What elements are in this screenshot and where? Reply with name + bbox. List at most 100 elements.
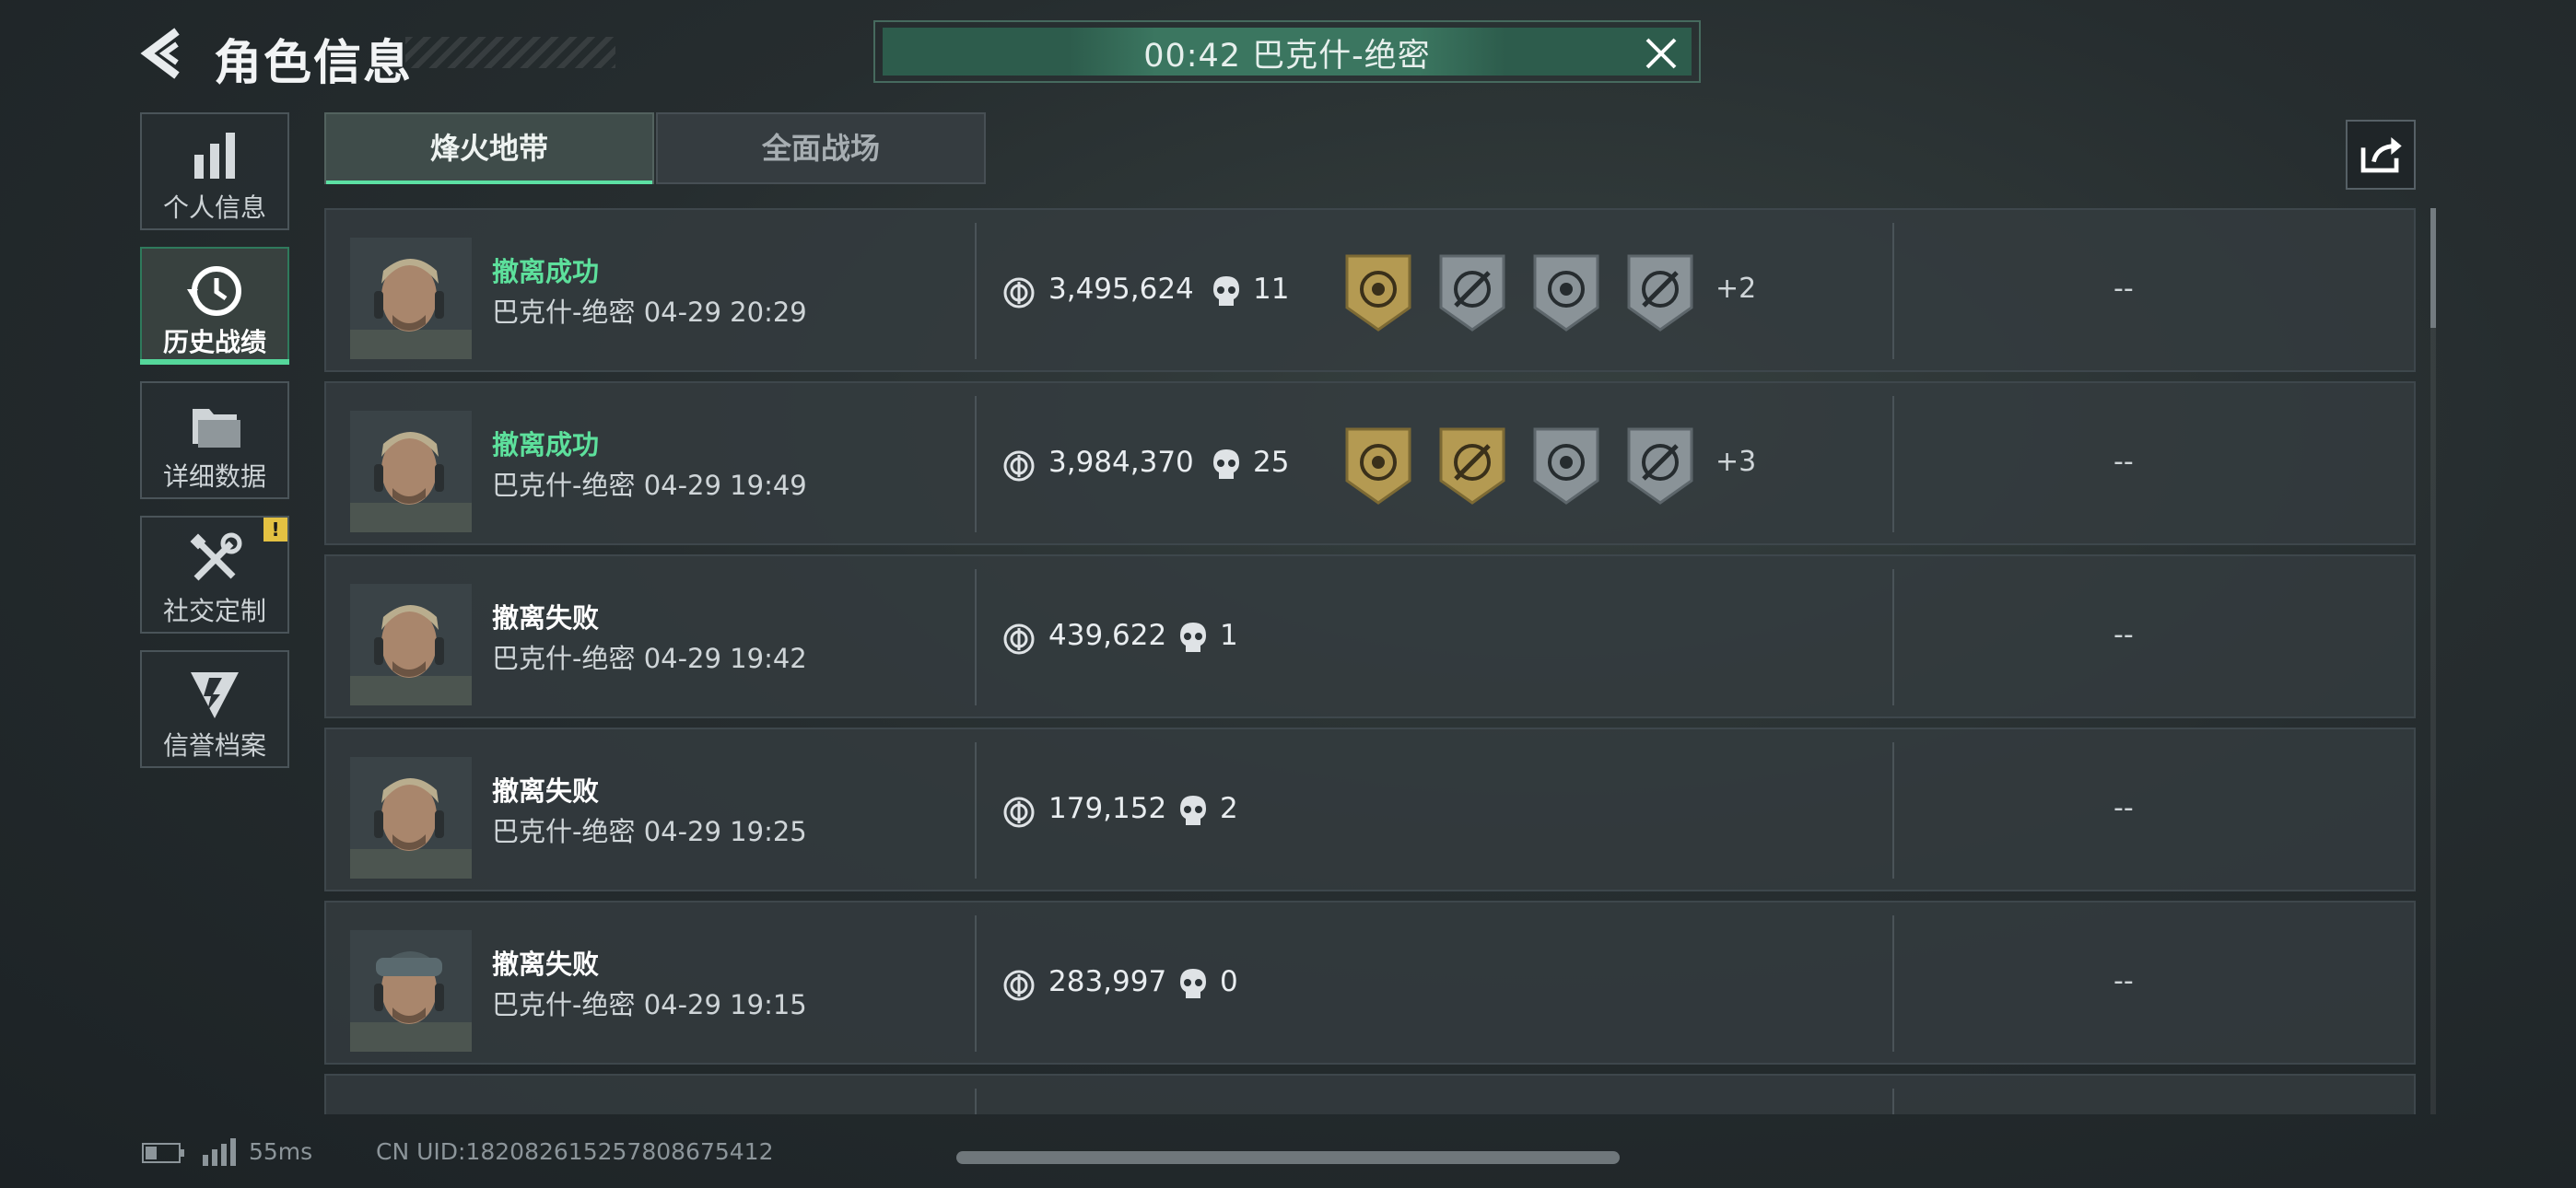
close-icon[interactable]: [1642, 34, 1680, 73]
medal-badge-silver[interactable]: [1623, 425, 1697, 507]
sidebar-item-history[interactable]: 历史战绩: [140, 247, 289, 365]
record-row[interactable]: 撤离失败 巴克什-绝密 04-29 19:25 179,152 2 --: [324, 728, 2416, 891]
tools-icon: [190, 532, 242, 581]
record-extra-value: --: [2113, 965, 2134, 997]
sidebar-item-detailed-data[interactable]: 详细数据: [140, 381, 289, 499]
map-name: 巴克什-绝密: [492, 989, 636, 1020]
shield-emblem-icon: [191, 672, 239, 718]
share-icon: [2360, 137, 2402, 173]
divider: [975, 569, 977, 705]
map-name: 巴克什-绝密: [492, 297, 636, 328]
haul-value: 3,495,624: [1048, 273, 1194, 306]
kill-count: 1: [1220, 619, 1238, 652]
title-decoration: [405, 37, 615, 68]
match-time: 04-29 19:25: [643, 816, 807, 847]
medal-badge-gold[interactable]: [1435, 425, 1509, 507]
kills-skull-icon: [1180, 969, 1206, 998]
operator-avatar: [350, 584, 472, 705]
record-row[interactable]: 撤离成功 巴克什-绝密 04-29 20:29 3,495,624 11 +2 …: [324, 208, 2416, 372]
medal-badge-gold[interactable]: [1341, 252, 1415, 333]
operator-avatar: [350, 411, 472, 532]
divider: [1892, 915, 1894, 1052]
operator-avatar: [350, 757, 472, 879]
medal-badge-silver[interactable]: [1529, 425, 1603, 507]
match-time: 04-29 19:42: [643, 643, 807, 674]
match-meta: 巴克什-绝密 04-29 19:49: [492, 464, 807, 503]
divider: [975, 223, 977, 359]
currency-coin-icon: [1003, 797, 1035, 828]
map-name: 巴克什-绝密: [492, 470, 636, 501]
sidebar-item-social-custom[interactable]: ! 社交定制: [140, 516, 289, 634]
sidebar-item-label: 社交定制: [162, 596, 266, 626]
match-meta: 巴克什-绝密 04-29 19:25: [492, 810, 807, 849]
operator-avatar: [350, 238, 472, 359]
kill-count: 11: [1253, 273, 1290, 306]
scrollbar-thumb[interactable]: [2430, 208, 2436, 328]
extraction-status: 撤离成功: [492, 429, 600, 460]
record-extra-value: --: [2113, 273, 2134, 305]
kills-skull-icon: [1213, 276, 1239, 306]
divider: [1892, 569, 1894, 705]
divider: [975, 915, 977, 1052]
kill-count: 0: [1220, 965, 1238, 998]
kills-skull-icon: [1180, 623, 1206, 652]
extraction-status: 撤离成功: [492, 256, 600, 287]
kill-count: 2: [1220, 792, 1238, 825]
sidebar-item-label: 详细数据: [162, 461, 266, 492]
record-row[interactable]: 撤离失败 巴克什-绝密 04-29 19:42 439,622 1 --: [324, 554, 2416, 718]
share-button[interactable]: [2346, 120, 2416, 190]
record-extra-value: --: [2113, 446, 2134, 478]
record-row-partial[interactable]: [324, 1074, 2416, 1114]
extraction-status: 撤离失败: [492, 949, 600, 980]
record-row[interactable]: 撤离成功 巴克什-绝密 04-29 19:49 3,984,370 25 +3 …: [324, 381, 2416, 545]
more-medals-count[interactable]: +3: [1715, 446, 1756, 478]
medal-badge-silver[interactable]: [1435, 252, 1509, 333]
battery-icon: [142, 1143, 184, 1163]
divider: [1892, 742, 1894, 879]
bar-chart-icon: [194, 133, 235, 179]
extraction-status: 撤离失败: [492, 775, 600, 807]
uid-text: CN UID:182082615257808675412: [376, 1138, 774, 1165]
sidebar-item-credit-file[interactable]: 信誉档案: [140, 650, 289, 768]
extraction-status: 撤离失败: [492, 602, 600, 634]
ping-text: 55ms: [249, 1138, 313, 1165]
divider: [1892, 223, 1894, 359]
match-time: 04-29 19:15: [643, 989, 807, 1020]
map-name: 巴克什-绝密: [492, 643, 636, 674]
scrollbar-track[interactable]: [2430, 208, 2436, 1114]
match-banner-text: 00:42 巴克什-绝密: [1143, 38, 1431, 75]
medal-badge-silver[interactable]: [1623, 252, 1697, 333]
match-meta: 巴克什-绝密 04-29 20:29: [492, 291, 807, 330]
more-medals-count[interactable]: +2: [1715, 273, 1756, 305]
map-name: 巴克什-绝密: [492, 816, 636, 847]
back-arrow-icon[interactable]: [136, 26, 192, 81]
tab-full-battlefield[interactable]: 全面战场: [656, 112, 986, 184]
match-banner[interactable]: 00:42 巴克什-绝密: [873, 20, 1701, 83]
sidebar-item-personal-info[interactable]: 个人信息: [140, 112, 289, 230]
page-title: 角色信息: [214, 36, 414, 91]
sidebar-item-label: 历史战绩: [162, 327, 266, 357]
notification-badge: !: [263, 518, 287, 542]
match-time: 04-29 20:29: [643, 297, 807, 328]
history-list[interactable]: 撤离成功 巴克什-绝密 04-29 20:29 3,495,624 11 +2 …: [324, 208, 2416, 1114]
haul-value: 179,152: [1048, 792, 1167, 825]
tab-firezone[interactable]: 烽火地带: [324, 112, 654, 184]
medal-badge-gold[interactable]: [1341, 425, 1415, 507]
currency-coin-icon: [1003, 450, 1035, 482]
medal-badge-silver[interactable]: [1529, 252, 1603, 333]
sidebar-item-label: 信誉档案: [162, 730, 266, 761]
record-row[interactable]: 撤离失败 巴克什-绝密 04-29 19:15 283,997 0 --: [324, 901, 2416, 1065]
folder-stack-icon: [193, 409, 240, 448]
haul-value: 3,984,370: [1048, 446, 1194, 479]
record-extra-value: --: [2113, 619, 2134, 651]
operator-avatar: [350, 930, 472, 1052]
divider: [975, 742, 977, 879]
home-indicator[interactable]: [956, 1151, 1620, 1164]
currency-coin-icon: [1003, 970, 1035, 1001]
currency-coin-icon: [1003, 277, 1035, 309]
haul-value: 283,997: [1048, 965, 1167, 998]
divider: [1892, 396, 1894, 532]
history-clock-icon: [187, 266, 241, 316]
divider: [975, 396, 977, 532]
sidebar-item-label: 个人信息: [162, 192, 266, 223]
